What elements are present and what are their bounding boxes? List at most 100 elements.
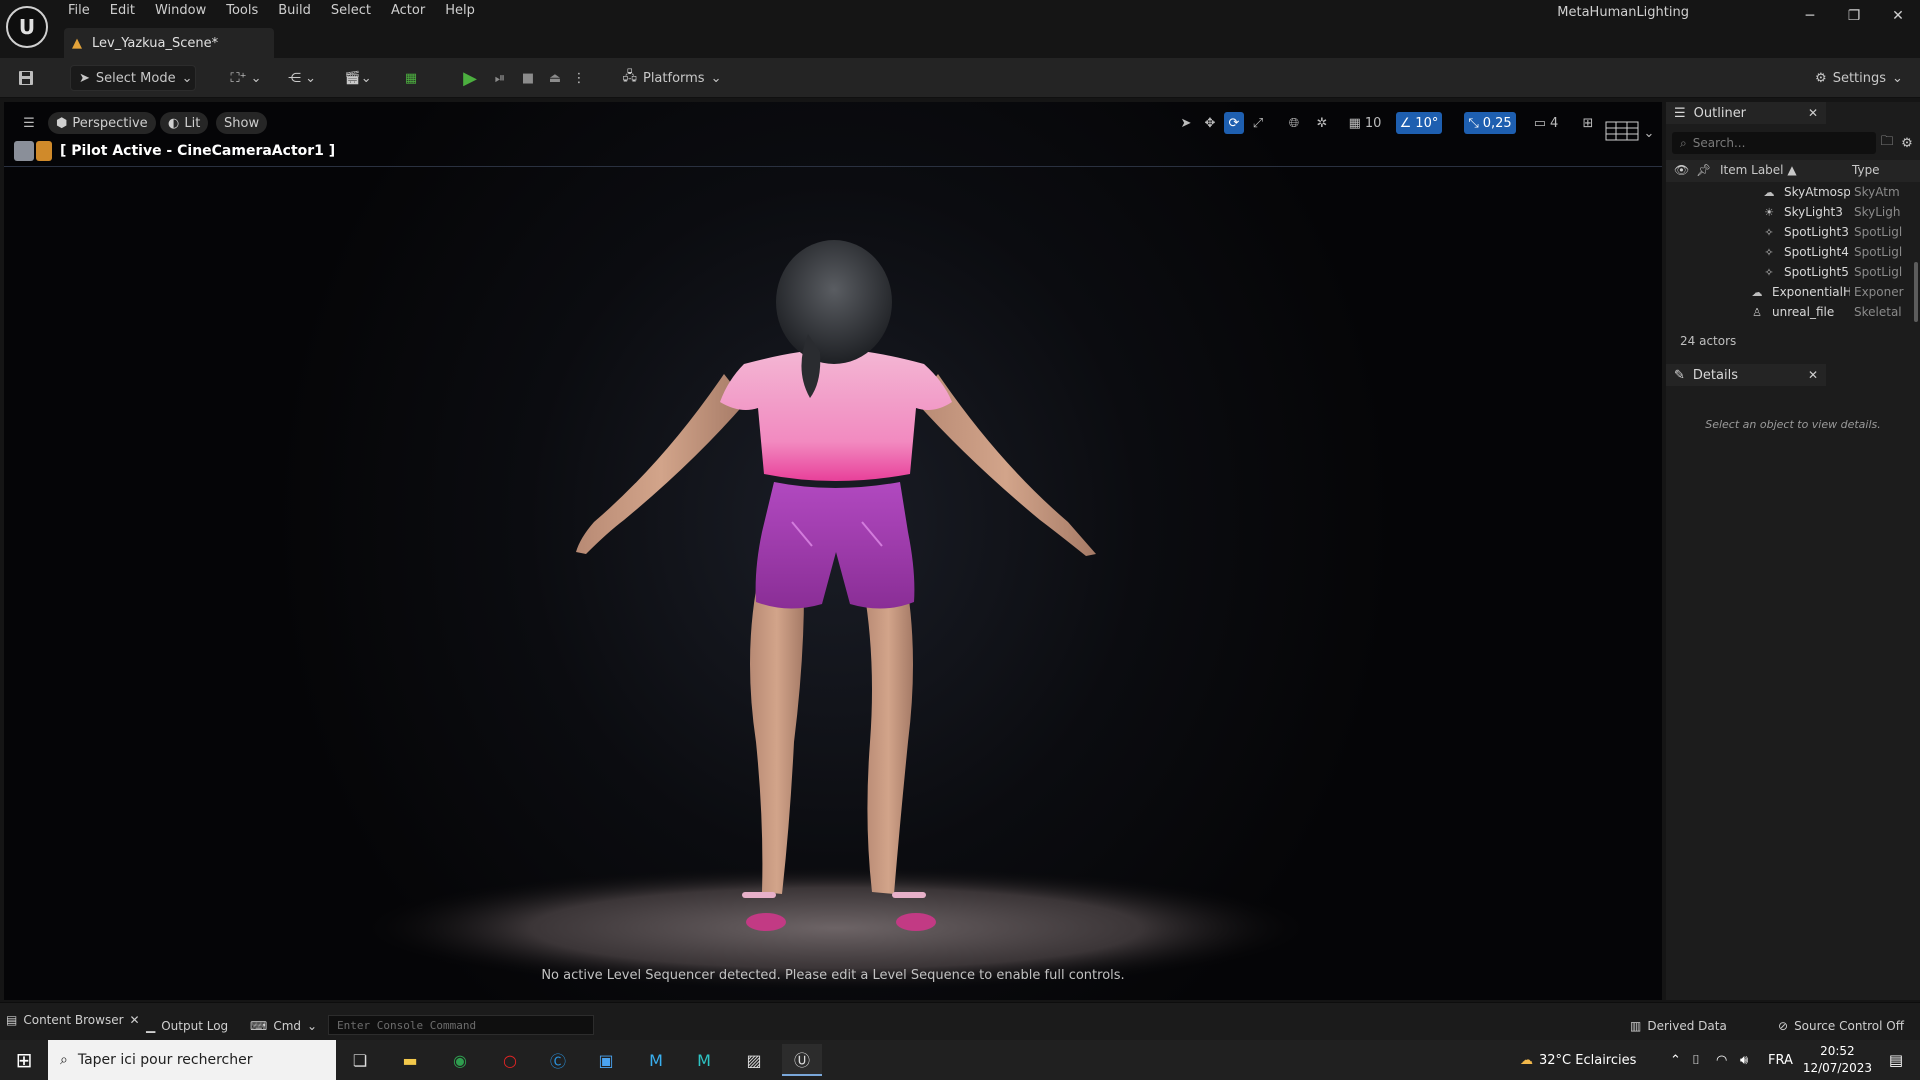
level-document-tab[interactable]: ▲ Lev_Yazkua_Scene*	[64, 28, 274, 58]
more-vertical-icon: ⋮	[572, 70, 586, 86]
type-column[interactable]: Type	[1852, 163, 1880, 177]
menu-build[interactable]: Build	[268, 0, 321, 24]
perspective-button[interactable]: ⬢ Perspective	[48, 112, 156, 134]
left-sandal	[746, 913, 786, 931]
source-control-button[interactable]: ⊘ Source Control Off	[1778, 1015, 1904, 1037]
blueprint-button[interactable]: ⋲ ⌄	[280, 65, 324, 91]
outliner-row[interactable]: ✧ SpotLight3 SpotLigl	[1666, 222, 1920, 242]
app-m2-icon[interactable]: M	[684, 1044, 724, 1076]
console-input[interactable]: Enter Console Command	[328, 1015, 594, 1035]
derived-data-icon: ▥	[1630, 1019, 1642, 1033]
cinematics-button[interactable]: 🎬︎⌄	[336, 65, 380, 91]
maximize-viewport-icon[interactable]	[1604, 120, 1640, 142]
app-folder-icon[interactable]: ▨	[734, 1044, 774, 1076]
add-actor-icon: ⛶⁺ ⌄	[230, 70, 262, 86]
windows-start-icon[interactable]: ⊞	[0, 1040, 48, 1080]
camera-speed-button[interactable]: ▭ 4	[1528, 112, 1564, 134]
chrome-icon[interactable]: ◉	[440, 1044, 480, 1076]
item-label-column[interactable]: Item Label ▲	[1720, 163, 1797, 177]
visibility-icon[interactable]: 👁︎	[1674, 163, 1689, 177]
surface-snap-icon[interactable]: ✲	[1312, 112, 1332, 134]
rotation-snap-toggle[interactable]: ∠ 10°	[1396, 112, 1442, 134]
eject-button[interactable]: ⏏	[543, 65, 567, 91]
stop-button[interactable]: ■	[516, 65, 540, 91]
menu-edit[interactable]: Edit	[100, 0, 145, 24]
modes-button[interactable]: ▦	[398, 65, 424, 91]
outliner-row[interactable]: ✧ SpotLight4 SpotLigl	[1666, 242, 1920, 262]
grid-snap-toggle[interactable]: ▦ 10	[1342, 112, 1388, 134]
outliner-row[interactable]: ☀ SkyLight3 SkyLigh	[1666, 202, 1920, 222]
project-name: MetaHumanLighting	[1557, 5, 1689, 20]
notification-icon[interactable]: ▤	[1878, 1040, 1914, 1080]
language-indicator[interactable]: FRA	[1768, 1040, 1793, 1080]
chevron-down-icon[interactable]: ⌄	[1642, 122, 1656, 144]
right-panel: ☰ Outliner ✕ ⌕ Search... 🗀︎ ⚙ 👁︎ 📌︎ Item…	[1666, 102, 1920, 1000]
add-folder-icon[interactable]: 🗀︎	[1878, 130, 1896, 156]
platforms-dropdown[interactable]: 🖧︎ Platforms ⌄	[622, 65, 722, 91]
unreal-engine-taskbar-icon[interactable]: Ⓤ	[782, 1044, 822, 1076]
show-button[interactable]: Show	[216, 112, 268, 134]
close-window-button[interactable]: ✕	[1876, 0, 1920, 32]
menu-file[interactable]: File	[58, 0, 100, 24]
unreal-logo-icon[interactable]: U	[6, 6, 48, 48]
outliner-row[interactable]: ✧ SpotLight5 SpotLigl	[1666, 262, 1920, 282]
pilot-eject-icon[interactable]	[14, 141, 52, 161]
step-button[interactable]: ⏯	[488, 65, 512, 91]
outliner-row[interactable]: ☁ ExponentialH Exponer	[1666, 282, 1920, 302]
device-icon[interactable]: ⌷	[1692, 1040, 1700, 1080]
cmd-dropdown[interactable]: ⌨ Cmd ⌄	[250, 1015, 317, 1037]
minimize-button[interactable]: ─	[1788, 0, 1832, 32]
app-c-icon[interactable]: Ⓒ	[538, 1044, 578, 1076]
outliner-settings-icon[interactable]: ⚙	[1898, 130, 1916, 156]
menu-actor[interactable]: Actor	[381, 0, 435, 24]
file-explorer-icon[interactable]: ▬	[390, 1044, 430, 1076]
task-view-icon[interactable]: ❏	[340, 1044, 380, 1076]
outliner-row[interactable]: ☁ SkyAtmosp SkyAtm	[1666, 182, 1920, 202]
viewport-layout-icon[interactable]: ⊞	[1578, 112, 1598, 134]
restore-button[interactable]: ❐	[1832, 0, 1876, 32]
outliner-scrollbar[interactable]	[1914, 262, 1918, 322]
system-clock[interactable]: 20:52 12/07/2023	[1803, 1043, 1872, 1077]
row-type: SpotLigl	[1854, 225, 1903, 239]
weather-widget[interactable]: ☁ 32°C Eclaircies	[1520, 1040, 1636, 1080]
play-button[interactable]: ▶	[458, 65, 482, 91]
opera-icon[interactable]: ○	[490, 1044, 530, 1076]
app-m-icon[interactable]: M	[636, 1044, 676, 1076]
menu-window[interactable]: Window	[145, 0, 216, 24]
world-space-icon[interactable]: 🌐︎	[1284, 112, 1304, 134]
scale-snap-toggle[interactable]: ⤡ 0,25	[1464, 112, 1516, 134]
add-actor-button[interactable]: ⛶⁺ ⌄	[226, 65, 266, 91]
close-icon[interactable]: ✕	[1808, 106, 1818, 120]
app-window-icon[interactable]: ▣	[586, 1044, 626, 1076]
viewport-menu-icon[interactable]: ☰	[18, 112, 40, 134]
output-log-button[interactable]: ▁ Output Log	[146, 1015, 228, 1037]
select-tool-icon[interactable]: ➤	[1176, 112, 1196, 134]
pin-icon[interactable]: 📌︎	[1696, 163, 1711, 177]
rotate-tool-icon[interactable]: ⟳	[1224, 112, 1244, 134]
level-viewport[interactable]: ☰ ⬢ Perspective ◐ Lit Show ➤ ✥ ⟳ ⤢ 🌐︎ ✲ …	[4, 102, 1662, 1000]
translate-tool-icon[interactable]: ✥	[1200, 112, 1220, 134]
details-empty-message: Select an object to view details.	[1705, 418, 1881, 431]
chevron-up-icon[interactable]: ⌃	[1670, 1040, 1681, 1080]
content-browser-tab[interactable]: ▤ Content Browser ✕	[6, 1009, 140, 1031]
network-icon[interactable]: ◠	[1716, 1040, 1727, 1080]
rotation-snap-value: 10°	[1415, 115, 1439, 131]
derived-data-button[interactable]: ▥ Derived Data	[1630, 1015, 1727, 1037]
volume-icon[interactable]: 🔊︎	[1740, 1040, 1748, 1080]
settings-dropdown[interactable]: ⚙ Settings ⌄	[1814, 65, 1904, 91]
play-options-button[interactable]: ⋮	[572, 65, 586, 91]
details-tab[interactable]: ✎ Details ✕	[1666, 364, 1826, 386]
outliner-search-input[interactable]: ⌕ Search...	[1672, 132, 1876, 154]
taskbar-search[interactable]: ⌕ Taper ici pour rechercher	[48, 1040, 336, 1080]
close-icon[interactable]: ✕	[130, 1013, 140, 1027]
save-icon[interactable]	[14, 65, 38, 91]
lit-button[interactable]: ◐ Lit	[160, 112, 209, 134]
select-mode-dropdown[interactable]: ➤ Select Mode ⌄	[70, 65, 196, 91]
menu-select[interactable]: Select	[321, 0, 381, 24]
menu-help[interactable]: Help	[435, 0, 485, 24]
close-icon[interactable]: ✕	[1808, 368, 1818, 382]
outliner-tab[interactable]: ☰ Outliner ✕	[1666, 102, 1826, 124]
menu-tools[interactable]: Tools	[216, 0, 268, 24]
outliner-row[interactable]: ♙ unreal_file Skeletal	[1666, 302, 1920, 322]
scale-tool-icon[interactable]: ⤢	[1248, 112, 1268, 134]
